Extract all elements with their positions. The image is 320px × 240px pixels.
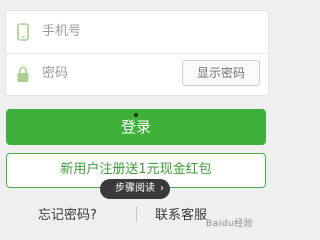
chevron-right-icon: › bbox=[160, 183, 164, 194]
forgot-password-link[interactable]: 忘记密码? bbox=[38, 204, 97, 223]
password-field[interactable]: 密码 显示密码 bbox=[6, 53, 268, 95]
lock-icon bbox=[17, 66, 29, 82]
step-reading-tooltip[interactable]: 步骤阅读 › bbox=[100, 179, 170, 199]
customer-service-link[interactable]: 联系客服 bbox=[155, 204, 207, 223]
link-divider bbox=[136, 206, 137, 222]
baidu-watermark: Baidu经验 bbox=[206, 219, 254, 229]
show-password-button[interactable]: 显示密码 bbox=[182, 60, 260, 86]
login-form-card: 手机号 密码 显示密码 bbox=[5, 10, 269, 96]
phone-field[interactable]: 手机号 bbox=[6, 11, 268, 54]
touch-indicator-dot bbox=[134, 113, 138, 117]
tooltip-label: 步骤阅读 bbox=[115, 183, 155, 194]
password-placeholder: 密码 bbox=[42, 66, 69, 81]
phone-icon bbox=[17, 23, 29, 41]
phone-placeholder: 手机号 bbox=[42, 24, 82, 39]
